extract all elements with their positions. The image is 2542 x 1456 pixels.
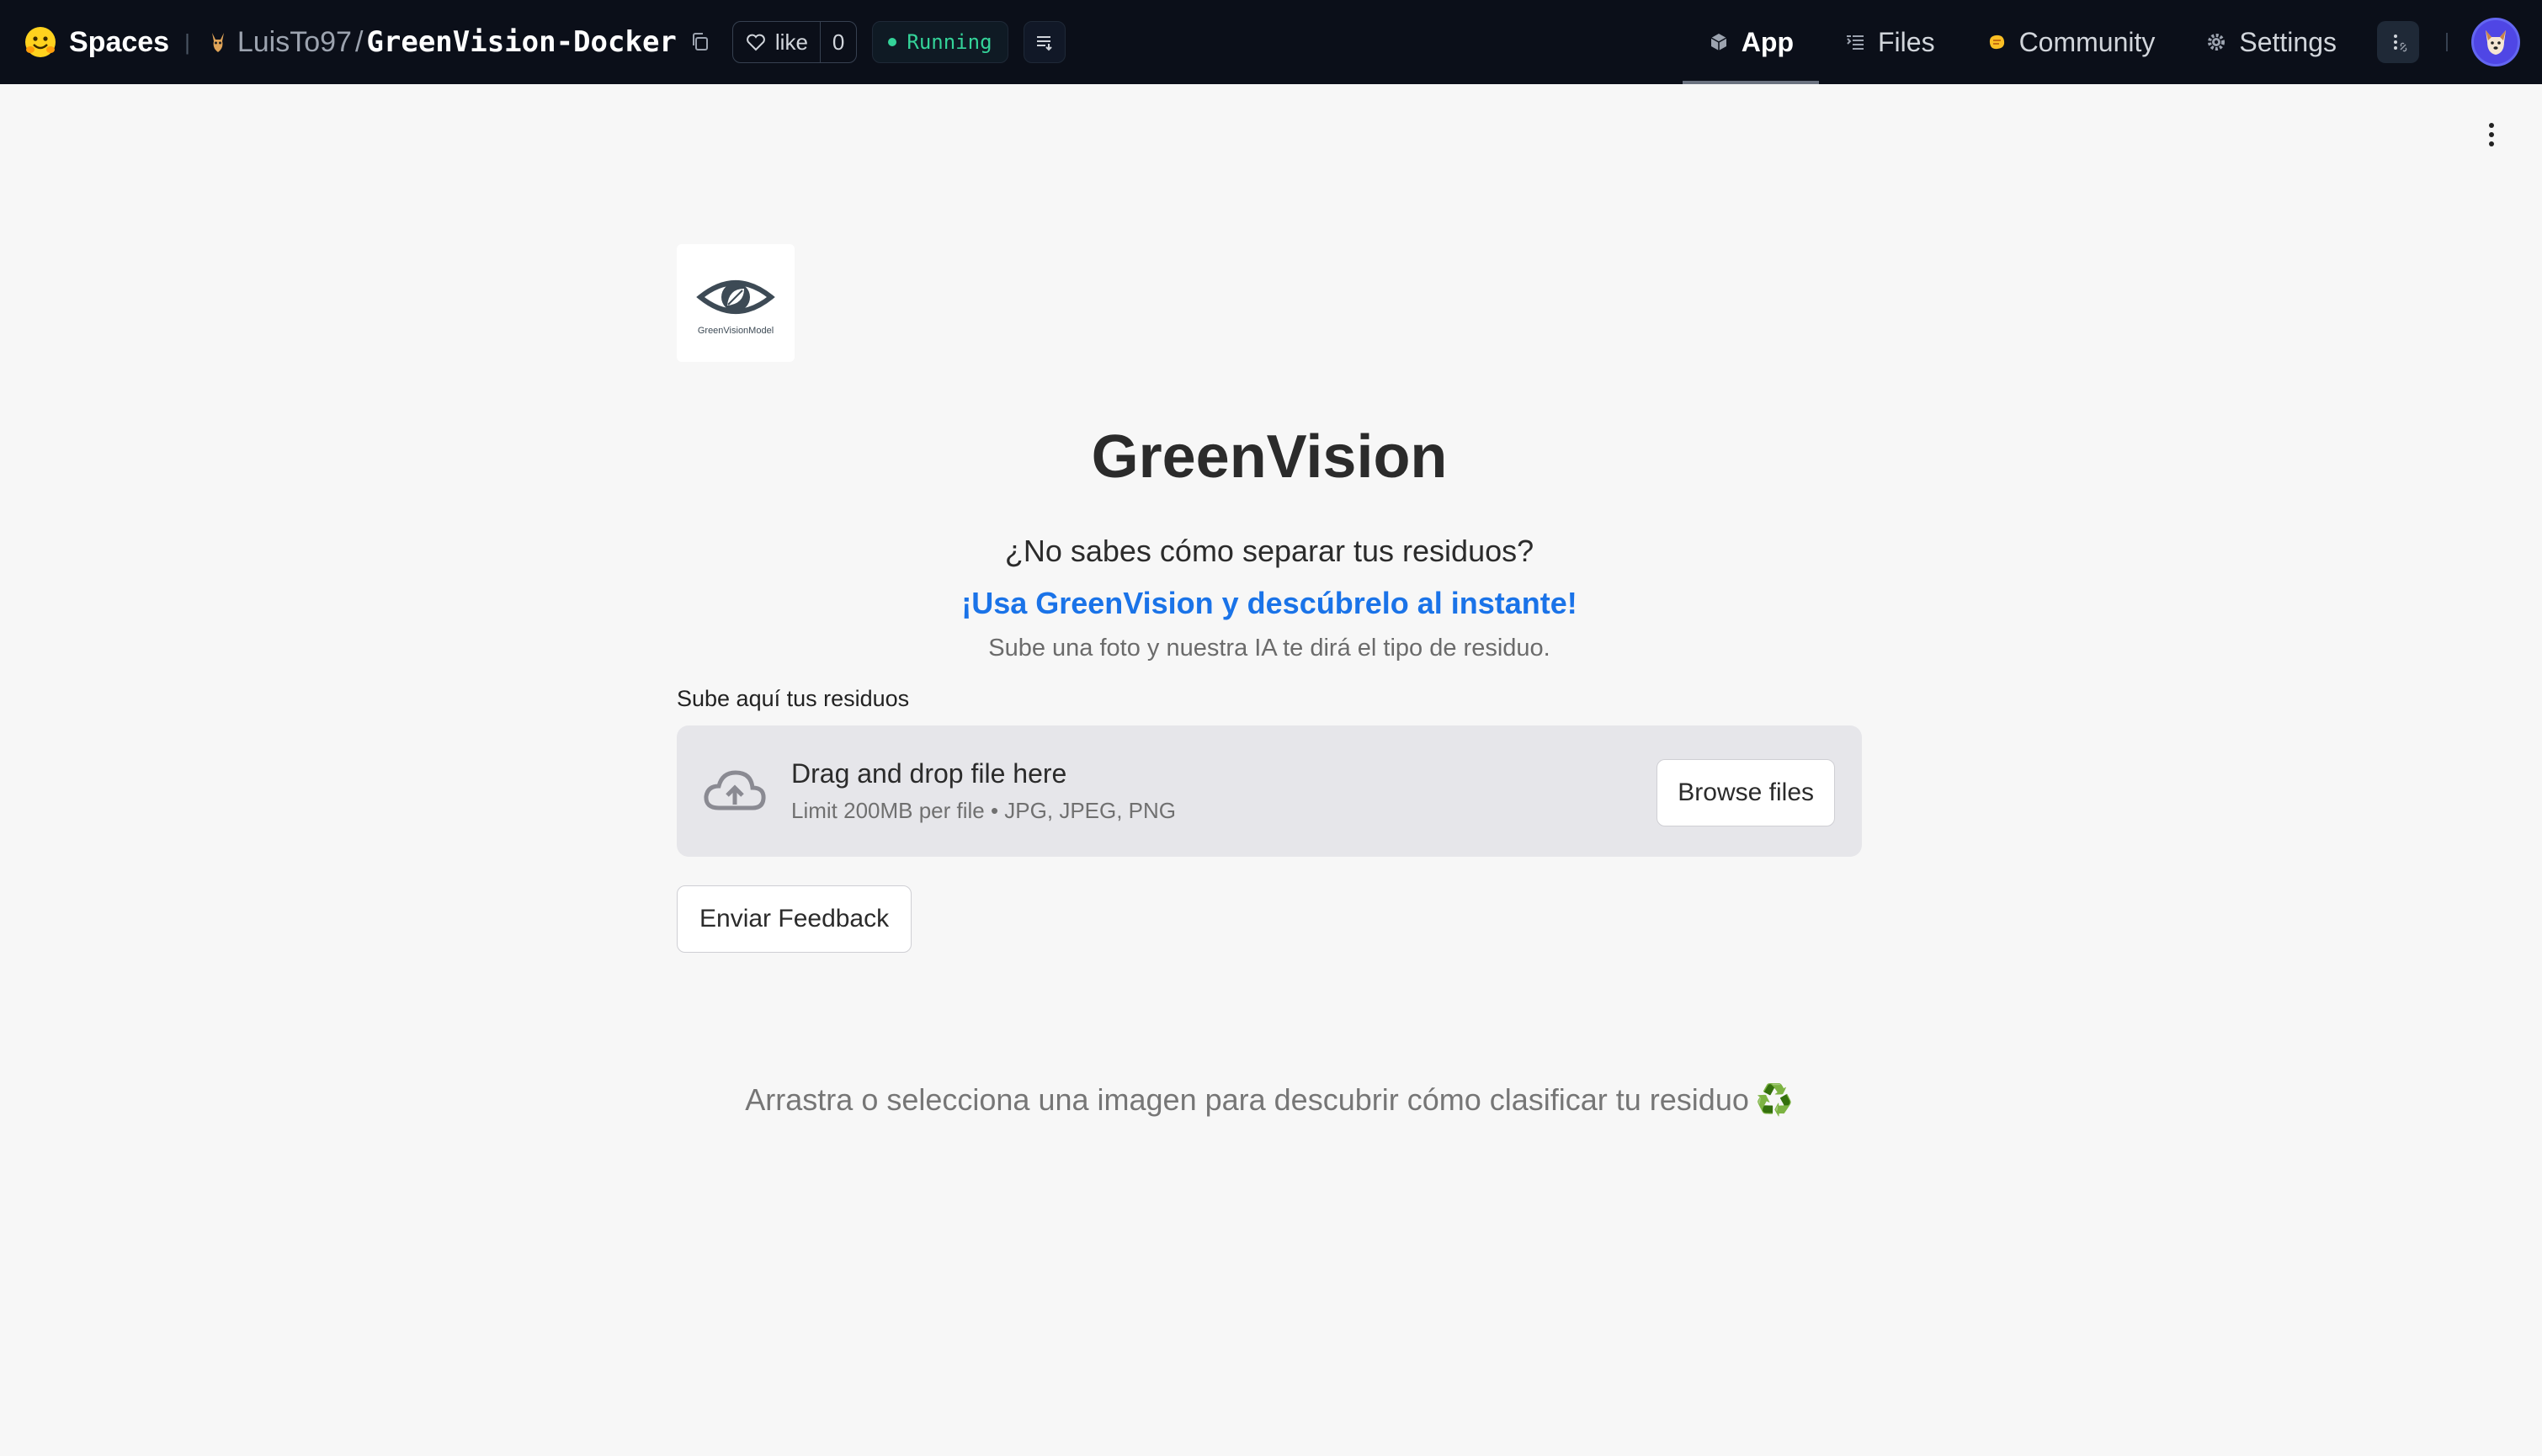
repo-name-link[interactable]: GreenVision-Docker bbox=[366, 25, 676, 59]
dropzone-title: Drag and drop file here bbox=[791, 758, 1067, 789]
divider bbox=[2446, 33, 2448, 51]
dropzone-limit-text: Limit 200MB per file • JPG, JPEG, PNG bbox=[791, 798, 1177, 823]
tab-community[interactable]: Community bbox=[1960, 0, 2181, 84]
logo-caption: GreenVisionModel bbox=[697, 326, 774, 336]
repo-owner-link[interactable]: LuisTo97 bbox=[237, 26, 352, 59]
path-separator: / bbox=[354, 25, 364, 58]
instruction-note: Sube una foto y nuestra IA te dirá el ti… bbox=[988, 635, 1550, 662]
copy-icon[interactable] bbox=[689, 30, 712, 54]
subtitle-question: ¿No sabes cómo separar tus residuos? bbox=[1004, 534, 1534, 568]
subtitle-call-to-action: ¡Usa GreenVision y descúbrelo al instant… bbox=[961, 586, 1577, 620]
community-icon bbox=[1989, 35, 2004, 50]
like-button[interactable]: like 0 bbox=[731, 21, 858, 63]
tab-files[interactable]: Files bbox=[1819, 0, 1960, 84]
upload-hint-text: Arrastra o selecciona una imagen para de… bbox=[745, 1082, 1749, 1117]
recycle-icon: ♻️ bbox=[1755, 1082, 1794, 1117]
top-navigation-bar: Spaces | LuisTo97 / GreenVision-Docker l… bbox=[0, 0, 2542, 84]
app-main: GreenVisionModel GreenVision ¿No sabes c… bbox=[677, 244, 1862, 953]
tab-community-label: Community bbox=[2018, 26, 2156, 57]
avatar-dog-icon bbox=[2486, 30, 2506, 55]
gear-icon bbox=[2208, 34, 2226, 50]
more-vertical-icon bbox=[2394, 35, 2407, 52]
owner-avatar-icon bbox=[211, 33, 224, 52]
user-avatar[interactable] bbox=[2471, 18, 2520, 66]
running-status-badge[interactable]: Running bbox=[872, 21, 1008, 63]
tab-app-label: App bbox=[1741, 26, 1794, 57]
tab-app[interactable]: App bbox=[1682, 0, 1820, 84]
tab-settings-label: Settings bbox=[2239, 26, 2337, 57]
spaces-link[interactable]: Spaces bbox=[69, 26, 169, 59]
greenvision-logo: GreenVisionModel bbox=[677, 244, 795, 362]
cloud-upload-icon bbox=[704, 770, 766, 810]
logs-button[interactable] bbox=[1023, 21, 1066, 63]
app-menu-kebab-icon[interactable] bbox=[2483, 118, 2500, 151]
file-dropzone[interactable]: Drag and drop file here Limit 200MB per … bbox=[677, 725, 1862, 857]
heart-icon bbox=[747, 34, 765, 51]
separator: | bbox=[184, 29, 190, 55]
upload-hint: Arrastra o selecciona una imagen para de… bbox=[677, 1082, 1862, 1118]
logs-icon bbox=[1036, 36, 1052, 51]
browse-files-button[interactable]: Browse files bbox=[1657, 759, 1835, 826]
status-label: Running bbox=[907, 30, 992, 54]
hugging-face-logo-icon[interactable] bbox=[24, 25, 57, 59]
eye-leaf-logo-icon bbox=[696, 280, 775, 314]
file-uploader-label: Sube aquí tus residuos bbox=[677, 686, 910, 711]
like-label: like bbox=[774, 29, 808, 55]
status-dot-icon bbox=[888, 38, 897, 46]
send-feedback-button[interactable]: Enviar Feedback bbox=[677, 885, 912, 953]
files-icon bbox=[1847, 35, 1864, 50]
tab-files-label: Files bbox=[1878, 26, 1935, 57]
tab-settings[interactable]: Settings bbox=[2180, 0, 2362, 84]
like-count: 0 bbox=[819, 22, 856, 62]
more-options-button[interactable] bbox=[2377, 21, 2419, 63]
cube-icon bbox=[1710, 34, 1727, 50]
app-title: GreenVision bbox=[1091, 423, 1448, 491]
